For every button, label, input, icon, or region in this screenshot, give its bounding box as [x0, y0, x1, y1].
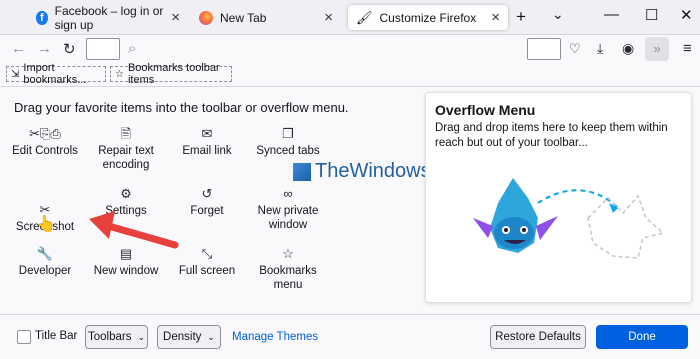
palette-item-synced-tabs[interactable]: ❐ Synced tabs — [248, 125, 328, 158]
chevron-down-icon: ⌄ — [137, 331, 145, 342]
palette-item-label: Full screen — [178, 265, 236, 277]
gear-icon: ⚙ — [120, 186, 132, 201]
palette-item-label: Edit Controls — [12, 145, 78, 157]
palette-item-label: Repair text encoding — [98, 145, 154, 171]
density-dropdown[interactable]: Density ⌄ — [157, 325, 221, 349]
hamburger-menu-icon[interactable]: ≡ — [683, 40, 692, 57]
close-tab-icon[interactable]: × — [491, 9, 500, 26]
import-bookmarks-item[interactable]: ⇲ Import bookmarks... — [6, 62, 106, 86]
forget-icon: ↺ — [201, 186, 213, 201]
title-bar-checkbox[interactable] — [17, 330, 31, 344]
restore-defaults-button[interactable]: Restore Defaults — [490, 325, 586, 349]
close-tab-icon[interactable]: × — [171, 9, 180, 26]
restore-defaults-label: Restore Defaults — [495, 331, 581, 343]
manage-themes-link[interactable]: Manage Themes — [232, 331, 318, 343]
density-label: Density — [163, 331, 202, 343]
title-bar-label: Title Bar — [35, 330, 78, 342]
watermark-logo-icon — [293, 162, 311, 181]
reload-icon[interactable]: ↻ — [63, 40, 76, 58]
forward-icon[interactable]: → — [37, 40, 52, 57]
overflow-illustration — [473, 178, 665, 259]
done-button[interactable]: Done — [596, 325, 688, 349]
maximize-button[interactable]: ☐ — [645, 6, 658, 24]
mouse-cursor-icon: 👆 — [36, 216, 56, 233]
text-encoding-icon: 🖹 — [120, 126, 132, 141]
tab-title: Facebook – log in or sign up — [54, 3, 164, 32]
palette-item-bookmarks-menu[interactable]: ☆ Bookmarks menu — [248, 245, 328, 292]
import-bookmarks-label: Import bookmarks... — [23, 62, 87, 86]
tab-title: New Tab — [220, 10, 267, 25]
done-label: Done — [628, 331, 656, 343]
downloads-icon[interactable]: ⤓ — [597, 40, 603, 57]
palette-heading: Drag your favorite items into the toolba… — [14, 100, 349, 115]
new-tab-button[interactable]: + — [516, 7, 526, 27]
palette-item-label: Developer — [18, 265, 72, 277]
facebook-icon: f — [36, 10, 48, 25]
email-icon: ✉ — [201, 126, 213, 141]
import-icon: ⇲ — [11, 68, 20, 80]
palette-item-label: Forget — [190, 205, 224, 217]
tab-customize-firefox[interactable]: 🖌 Customize Firefox × — [348, 5, 508, 30]
list-all-tabs-icon[interactable]: ⌄ — [552, 6, 564, 23]
tab-facebook[interactable]: f Facebook – log in or sign up × — [28, 3, 188, 32]
bookmarks-toolbar-items[interactable]: ☆ Bookmarks toolbar items — [110, 62, 232, 86]
back-icon[interactable]: ← — [11, 40, 26, 57]
overflow-menu-button[interactable]: » — [645, 37, 669, 61]
wrench-icon: 🔧 — [36, 246, 54, 261]
bookmark-star-icon: ☆ — [115, 68, 124, 80]
synced-tabs-icon: ❐ — [282, 126, 294, 141]
flexible-space-placeholder[interactable] — [527, 38, 561, 60]
palette-item-label: New private window — [257, 205, 319, 231]
pocket-icon[interactable]: ♡ — [569, 41, 581, 57]
palette-item-developer[interactable]: 🔧 Developer — [5, 245, 85, 278]
overflow-menu-description: Drag and drop items here to keep them wi… — [435, 122, 668, 149]
close-window-button[interactable]: ✕ — [680, 6, 693, 24]
search-icon[interactable]: ⌕ — [128, 40, 136, 57]
firefox-icon — [199, 10, 213, 25]
url-bar-placeholder[interactable] — [86, 38, 120, 60]
palette-item-label: Synced tabs — [256, 145, 320, 157]
annotation-arrow — [89, 211, 179, 249]
close-tab-icon[interactable]: × — [324, 9, 333, 26]
palette-item-email-link[interactable]: ✉ Email link — [167, 125, 247, 158]
palette-item-label: Email link — [182, 145, 232, 157]
edit-controls-icon: ✂⎘⎙ — [29, 126, 61, 141]
minimize-button[interactable]: — — [604, 6, 619, 23]
tab-title: Customize Firefox — [379, 10, 477, 25]
customize-icon: 🖌 — [356, 9, 373, 25]
bookmarks-toolbar-items-label: Bookmarks toolbar items — [127, 62, 220, 86]
account-icon[interactable]: ◉ — [622, 40, 634, 57]
palette-item-label: Bookmarks menu — [259, 265, 317, 291]
overflow-menu-title: Overflow Menu — [435, 102, 536, 118]
palette-item-label: New window — [93, 265, 159, 277]
private-mask-icon: ∞ — [283, 186, 293, 201]
toolbars-dropdown[interactable]: Toolbars ⌄ — [85, 325, 148, 349]
tab-new-tab[interactable]: New Tab × — [191, 5, 341, 30]
palette-item-new-private-window[interactable]: ∞ New private window — [248, 185, 328, 232]
palette-item-repair-text-encoding[interactable]: 🖹 Repair text encoding — [86, 125, 166, 172]
toolbars-label: Toolbars — [87, 331, 132, 343]
chevron-down-icon: ⌄ — [207, 331, 215, 342]
palette-item-edit-controls[interactable]: ✂⎘⎙ Edit Controls — [5, 125, 85, 158]
bookmark-star-icon: ☆ — [282, 246, 294, 261]
